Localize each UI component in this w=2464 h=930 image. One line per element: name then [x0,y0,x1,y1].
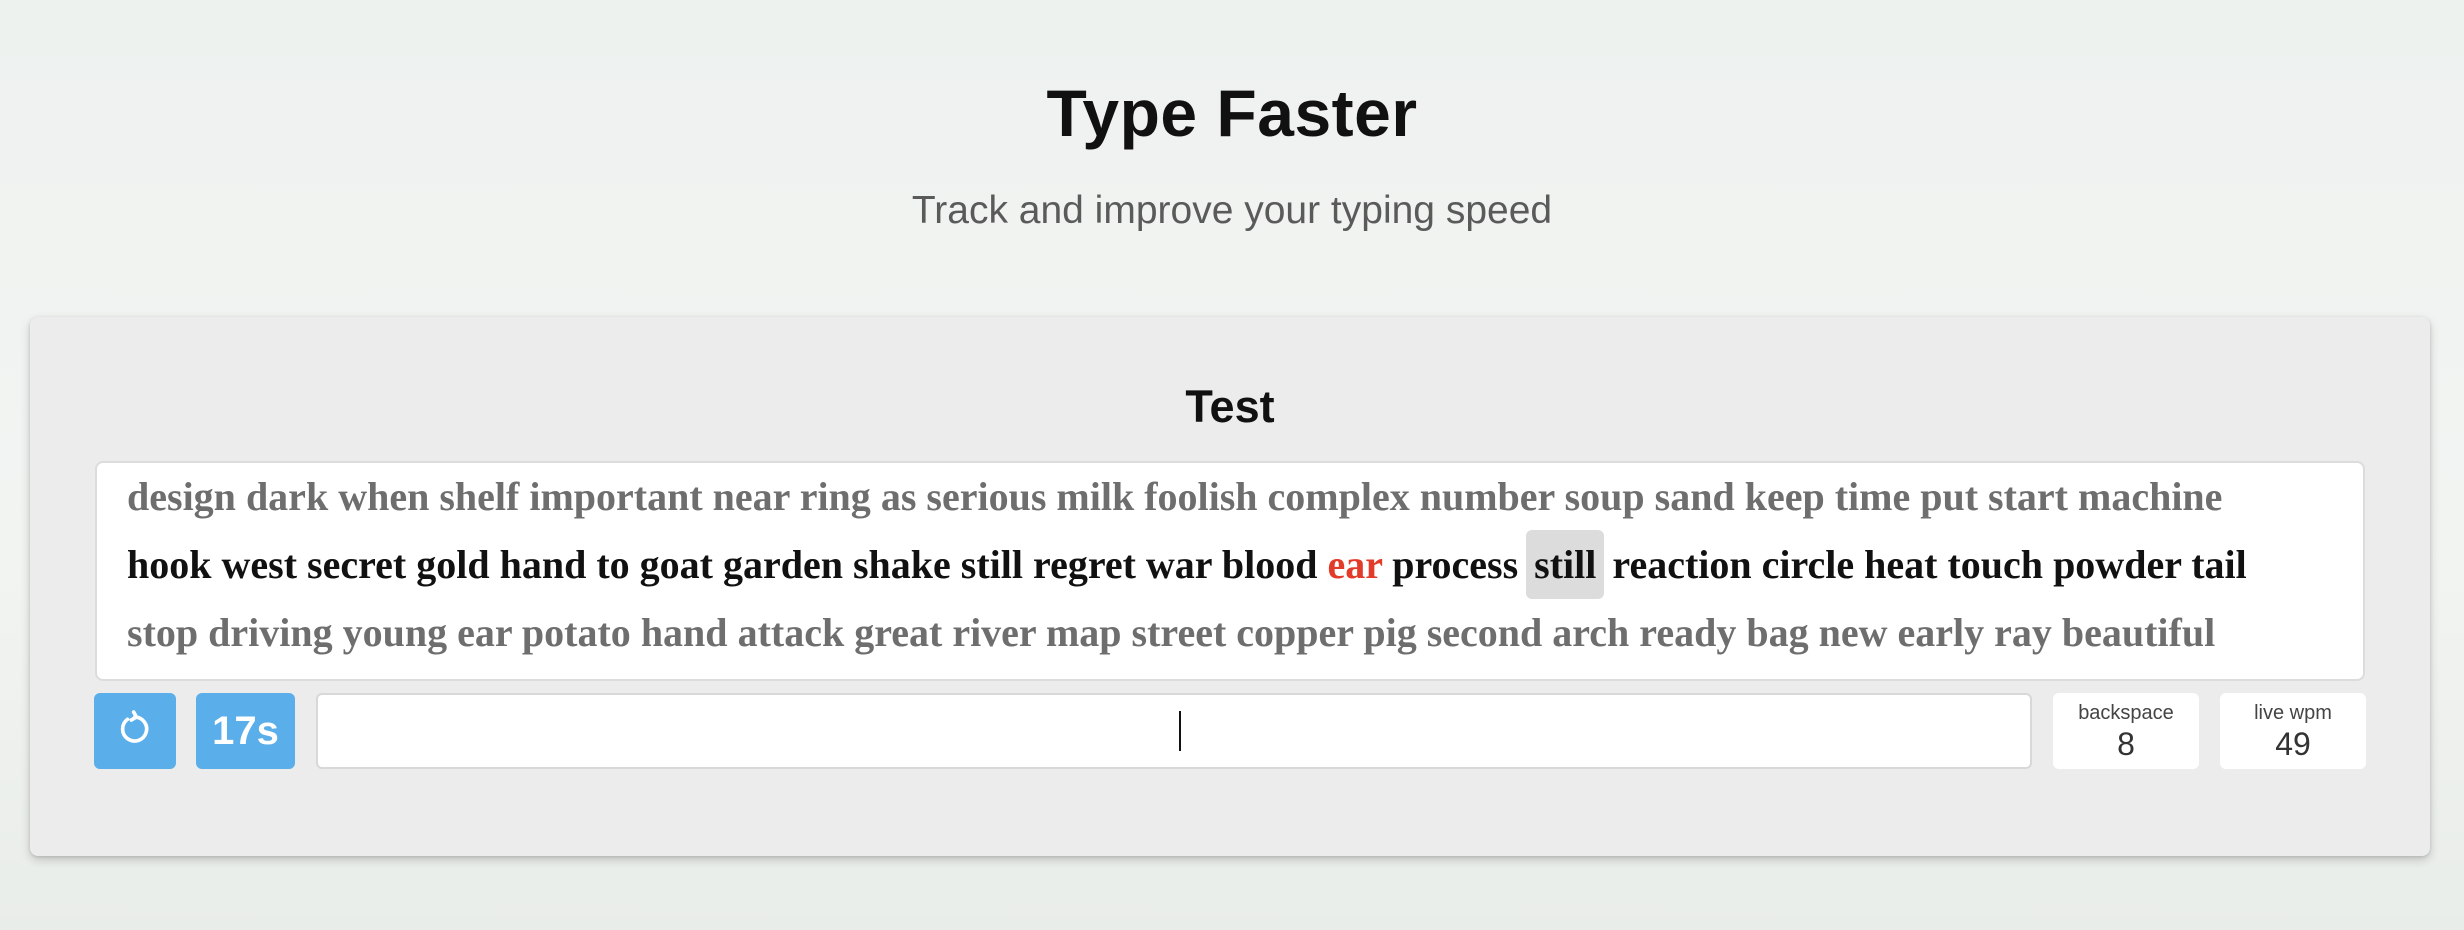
word: start [1988,474,2068,519]
backspace-counter: backspace 8 [2053,693,2199,769]
word: number [1419,474,1555,519]
word-line-active: hook west secret gold hand to goat garde… [127,530,2343,599]
word: second [1426,610,1543,655]
word: ear [457,610,512,655]
word: keep [1744,474,1825,519]
word: garden [722,542,843,587]
word: hook [127,542,212,587]
word: hand [499,542,587,587]
backspace-label: backspace [2078,702,2174,724]
text-caret [1179,711,1181,751]
word-line-next: stop driving young ear potato hand attac… [127,599,2343,667]
word: dark [245,474,329,519]
word: foolish [1144,474,1258,519]
word: street [1131,610,1227,655]
word: ready [1639,610,1737,655]
word: shelf [439,474,520,519]
word: map [1045,610,1122,655]
word: milk [1056,474,1135,519]
word: stop [127,610,199,655]
word-incorrect: ear [1327,542,1383,587]
word-current: still [1526,530,1605,599]
word: arch [1552,610,1630,655]
restart-button[interactable] [94,693,176,769]
word: attack [737,610,845,655]
word: as [880,474,917,519]
word: near [712,474,790,519]
page-title: Type Faster [1046,76,1418,150]
word: great [854,610,943,655]
word: river [952,610,1036,655]
word: regret [1033,542,1136,587]
word: serious [926,474,1047,519]
word: ring [799,474,871,519]
word: powder [2053,542,2182,587]
live-wpm-counter: live wpm 49 [2220,693,2366,769]
word: early [1897,610,1985,655]
word: soup [1564,474,1645,519]
timer-button[interactable]: 17s [196,693,295,769]
word: still [960,542,1024,587]
test-card: Test design dark when shelf important ne… [30,317,2430,856]
word: heat [1864,542,1938,587]
live-wpm-label: live wpm [2254,702,2332,724]
word: goat [639,542,713,587]
word: hand [640,610,728,655]
word: young [342,610,448,655]
word: ray [1994,610,2052,655]
test-title: Test [1185,381,1275,432]
restart-icon [115,709,155,754]
word: sand [1654,474,1735,519]
typing-input[interactable] [316,693,2032,769]
words-display: design dark when shelf important near ri… [95,461,2365,681]
word: secret [307,542,407,587]
word: bag [1746,610,1809,655]
word: new [1818,610,1888,655]
timer-label: 17s [212,708,279,753]
word: time [1834,474,1911,519]
backspace-value: 8 [2117,726,2135,762]
word: complex [1267,474,1410,519]
page-subtitle: Track and improve your typing speed [911,189,1553,232]
word: reaction [1612,542,1752,587]
word: potato [521,610,631,655]
controls-bar: 17s backspace 8 live wpm 49 [94,693,2368,769]
word: process [1392,542,1519,587]
word: tail [2191,542,2247,587]
word: pig [1363,610,1417,655]
word: driving [208,610,333,655]
word: design [127,474,236,519]
word: gold [416,542,490,587]
word: war [1145,542,1212,587]
live-wpm-value: 49 [2275,726,2311,762]
word: beautiful [2061,610,2216,655]
word: to [596,542,630,587]
word: put [1920,474,1979,519]
word: circle [1761,542,1855,587]
word: shake [852,542,951,587]
word: copper [1236,610,1354,655]
word: touch [1947,542,2044,587]
word-line-previous: design dark when shelf important near ri… [127,463,2343,531]
word: blood [1221,542,1318,587]
word: when [338,474,430,519]
word: machine [2078,474,2223,519]
word: important [529,474,703,519]
word: west [221,542,298,587]
